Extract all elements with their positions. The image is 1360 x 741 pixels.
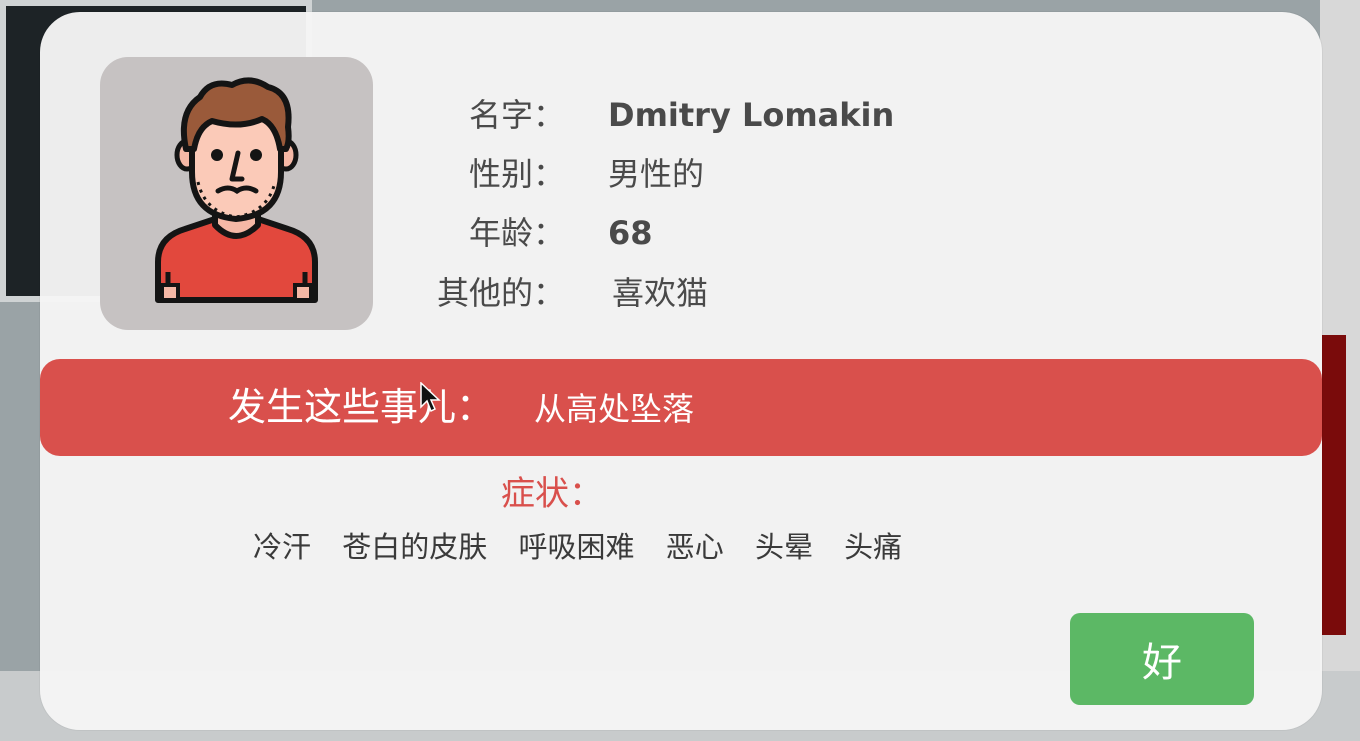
symptom-item: 呼吸困难 <box>518 530 635 564</box>
gender-label: 性别： <box>468 155 565 193</box>
symptom-item: 恶心 <box>665 530 724 564</box>
patient-gender-row: 性别： 男性的 <box>40 152 940 196</box>
patient-age-row: 年龄： 68 <box>40 211 940 255</box>
symptom-item: 冷汗 <box>253 530 312 564</box>
name-label: 名字： <box>468 96 565 134</box>
event-label: 发生这些事儿： <box>228 385 495 429</box>
symptoms-title: 症状： <box>501 474 603 514</box>
event-value: 从高处坠落 <box>534 390 695 428</box>
other-label: 其他的： <box>436 274 565 312</box>
patient-other-row: 其他的： 喜欢猫 <box>40 271 940 315</box>
symptoms-list: 冷汗 苍白的皮肤 呼吸困难 恶心 头晕 头痛 <box>253 526 924 568</box>
ok-button[interactable]: 好 <box>1070 613 1254 705</box>
patient-info-dialog: 名字： Dmitry Lomakin 性别： 男性的 年龄： 68 其他的： 喜… <box>40 12 1322 730</box>
gender-value: 男性的 <box>608 155 705 193</box>
other-value: 喜欢猫 <box>612 274 709 312</box>
background-blood-bar <box>1322 335 1346 635</box>
game-scene: 名字： Dmitry Lomakin 性别： 男性的 年龄： 68 其他的： 喜… <box>0 0 1360 741</box>
event-banner: 发生这些事儿： 从高处坠落 <box>40 359 1322 456</box>
symptom-item: 头痛 <box>844 530 903 564</box>
age-value: 68 <box>608 214 653 252</box>
symptom-item: 头晕 <box>754 530 813 564</box>
ok-button-label: 好 <box>1142 640 1182 686</box>
symptom-item: 苍白的皮肤 <box>342 530 488 564</box>
name-value: Dmitry Lomakin <box>608 96 895 134</box>
age-label: 年龄： <box>468 214 565 252</box>
mouse-pointer-icon <box>420 382 441 413</box>
patient-name-row: 名字： Dmitry Lomakin <box>40 93 940 137</box>
